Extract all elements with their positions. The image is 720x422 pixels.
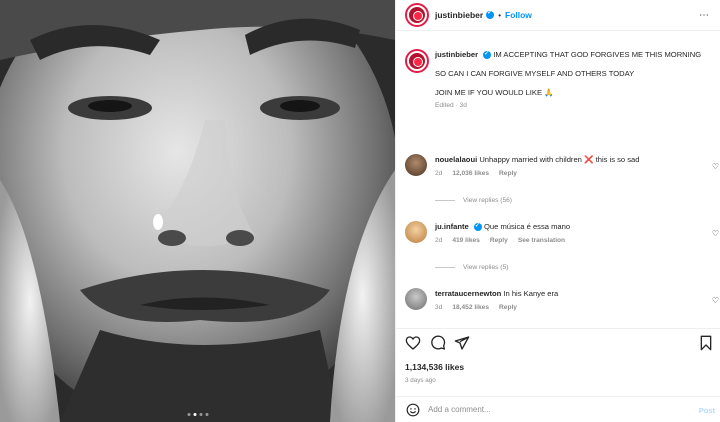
comment-composer: Add a comment... Post [396,396,720,422]
reply-button[interactable]: Reply [499,170,517,177]
comment-text: Que música é essa mano [484,222,571,231]
comment-heart-icon[interactable]: ♡ [712,229,719,238]
view-replies-button[interactable]: View replies (56) [435,197,512,204]
comment-text: Unhappy married with children [479,155,582,164]
instagram-post-modal: justinbieber • Follow ⋯ justinbieber IM … [0,0,720,422]
carousel-dot[interactable] [205,413,208,416]
caption-avatar[interactable] [405,49,429,73]
post-header: justinbieber • Follow ⋯ [396,0,720,31]
reply-button[interactable]: Reply [490,237,508,244]
comment-emoji: ❌ [584,155,594,164]
share-icon[interactable] [454,335,470,351]
comment-text-tail: this is so sad [593,155,640,164]
comment-username[interactable]: nouelalaoui [435,155,477,164]
see-translation-button[interactable]: See translation [518,237,565,244]
comments-scroll-area[interactable]: justinbieber IM ACCEPTING THAT GOD FORGI… [396,32,720,328]
commenter-avatar[interactable] [405,221,427,243]
comment-likes[interactable]: 12,036 likes [452,170,489,177]
replies-divider [435,200,455,201]
verified-badge-icon [473,221,482,232]
comment-item: terrataucernewton In his Kanye era 3d 18… [405,288,720,311]
post-photo[interactable] [0,0,395,422]
caption-line-2: SO CAN I CAN FORGIVE MYSELF AND OTHERS T… [435,69,635,78]
carousel-dot[interactable] [187,413,190,416]
comment-input[interactable]: Add a comment... [428,405,491,414]
caption-meta: Edited · 3d [435,102,467,109]
author-username[interactable]: justinbieber [435,10,483,20]
comment-text: In his Kanye era [503,289,559,298]
comment-likes[interactable]: 419 likes [452,237,480,244]
comment-username[interactable]: terrataucernewton [435,289,501,298]
caption-username[interactable]: justinbieber [435,50,478,59]
photo-illustration [0,0,395,422]
carousel-indicator[interactable] [187,413,208,416]
view-replies-label[interactable]: View replies (56) [463,197,512,204]
commenter-avatar[interactable] [405,154,427,176]
comment-time[interactable]: 3d [435,304,442,311]
heart-icon[interactable] [405,335,421,351]
caption-line-3: JOIN ME IF YOU WOULD LIKE [435,88,543,97]
verified-badge-icon [483,49,492,60]
comment-item: ju.infante Que música é essa mano 2d 419… [405,221,720,244]
comment-heart-icon[interactable]: ♡ [712,296,719,305]
likes-count[interactable]: 1,134,536 likes [405,362,464,372]
reply-button[interactable]: Reply [499,304,517,311]
view-replies-button[interactable]: View replies (5) [435,264,508,271]
post-caption: justinbieber IM ACCEPTING THAT GOD FORGI… [405,49,705,109]
separator-dot: • [498,10,501,20]
post-timestamp: 3 days ago [405,377,436,384]
comment-item: nouelalaoui Unhappy married with childre… [405,154,720,177]
carousel-dot[interactable] [199,413,202,416]
comment-username[interactable]: ju.infante [435,222,469,231]
comment-heart-icon[interactable]: ♡ [712,162,719,171]
replies-divider [435,267,455,268]
more-options-icon[interactable]: ⋯ [699,10,710,21]
comment-time[interactable]: 2d [435,170,442,177]
caption-emoji: 🙏 [544,88,554,97]
bookmark-icon[interactable] [698,335,714,351]
action-bar [396,328,720,358]
comment-icon[interactable] [430,335,446,351]
comment-likes[interactable]: 18,452 likes [452,304,489,311]
comment-time[interactable]: 2d [435,237,442,244]
view-replies-label[interactable]: View replies (5) [463,264,508,271]
smile-icon[interactable] [406,403,420,417]
carousel-dot-active[interactable] [193,413,196,416]
verified-badge-icon [486,9,495,19]
post-side-panel: justinbieber • Follow ⋯ justinbieber IM … [395,0,720,422]
post-comment-button[interactable]: Post [699,406,715,415]
caption-line-1: IM ACCEPTING THAT GOD FORGIVES ME THIS M… [493,50,702,59]
commenter-avatar[interactable] [405,288,427,310]
author-avatar[interactable] [405,3,429,27]
follow-button[interactable]: Follow [505,10,532,20]
